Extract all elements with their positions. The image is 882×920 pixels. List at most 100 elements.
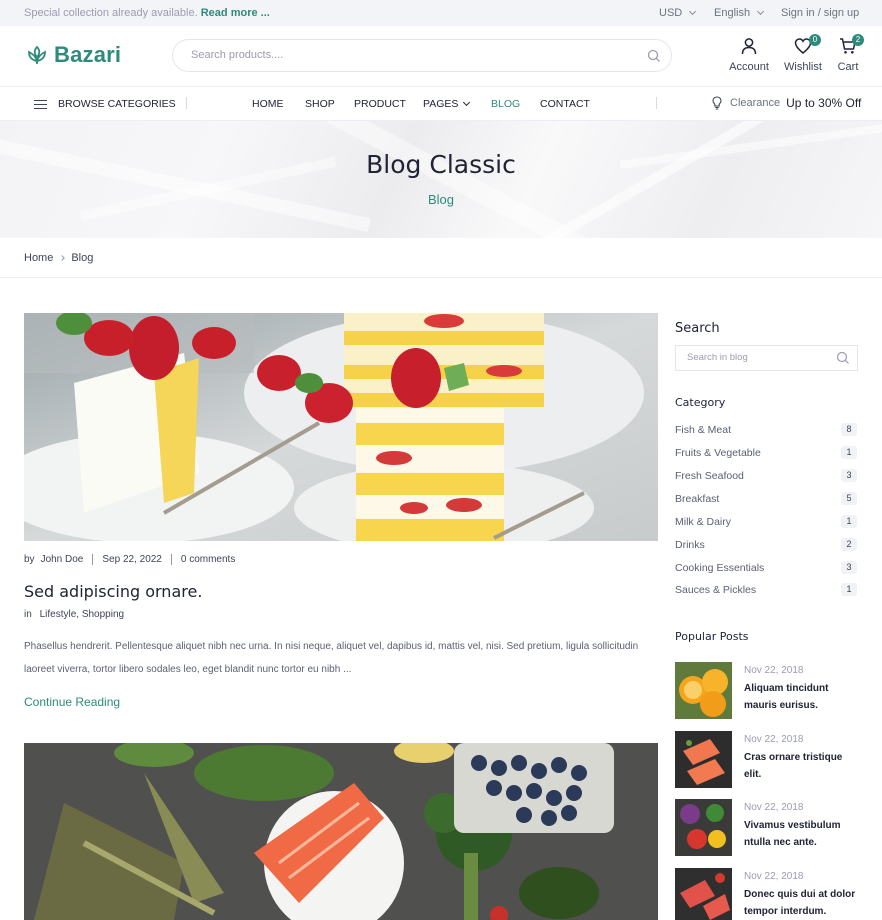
wishlist-button[interactable]: 0 Wishlist — [783, 34, 823, 73]
account-button[interactable]: Account — [729, 37, 769, 73]
blog-search[interactable] — [675, 345, 858, 371]
logo[interactable]: Bazari — [26, 42, 121, 68]
product-search[interactable] — [172, 39, 672, 72]
menu-icon — [34, 97, 47, 112]
currency-selector[interactable]: USD — [659, 7, 697, 19]
chevron-down-icon — [757, 7, 765, 16]
popular-post-thumbnail[interactable] — [675, 799, 732, 856]
post-author[interactable]: John Doe — [41, 554, 84, 565]
popular-post-title[interactable]: Aliquam tincidunt mauris eurisus. — [744, 680, 862, 714]
breadcrumb: Home Blog — [24, 252, 93, 264]
popular-post-title[interactable]: Cras ornare tristique elit. — [744, 749, 862, 783]
nav-divider — [0, 86, 882, 87]
clearance-label: Clearance — [730, 97, 781, 109]
meta-separator — [170, 554, 172, 565]
promo-message: Special collection already available. Re… — [24, 7, 270, 19]
popular-post-thumbnail[interactable] — [675, 731, 732, 788]
popular-post[interactable]: Nov 22, 2018 Vivamus vestibulum ntulla n… — [675, 799, 865, 857]
category-count: 5 — [841, 492, 857, 505]
category-item[interactable]: Fruits & Vegetable 1 — [675, 446, 857, 459]
continue-reading-link[interactable]: Continue Reading — [24, 695, 120, 709]
breadcrumb-home[interactable]: Home — [24, 252, 53, 264]
post-category[interactable]: Lifestyle, — [40, 609, 79, 620]
category-item[interactable]: Cooking Essentials 3 — [675, 561, 857, 574]
search-icon[interactable] — [647, 49, 661, 63]
nav-pages-label: PAGES — [423, 98, 459, 110]
logo-text: Bazari — [54, 42, 122, 67]
category-name: Sauces & Pickles — [675, 583, 757, 596]
clearance-offer: Up to 30% Off — [786, 96, 862, 110]
category-item[interactable]: Breakfast 5 — [675, 492, 857, 505]
category-item[interactable]: Drinks 2 — [675, 538, 857, 551]
sidebar-popular-title: Popular Posts — [675, 630, 749, 643]
chevron-down-icon — [689, 7, 697, 16]
cart-button[interactable]: 2 Cart — [834, 34, 864, 73]
currency-label: USD — [659, 7, 683, 19]
blog-search-input[interactable] — [687, 352, 827, 363]
popular-post-date: Nov 22, 2018 — [744, 871, 804, 882]
user-icon — [741, 38, 757, 55]
category-name: Fish & Meat — [675, 423, 732, 436]
post-featured-image[interactable] — [24, 743, 658, 920]
popular-post-title[interactable]: Vivamus vestibulum ntulla nec ante. — [744, 817, 862, 851]
sign-in-link[interactable]: Sign in / sign up — [781, 7, 859, 19]
clearance-promo[interactable]: Clearance Up to 30% Off — [712, 96, 861, 110]
popular-post-thumbnail[interactable] — [675, 662, 732, 719]
popular-post-date: Nov 22, 2018 — [744, 802, 804, 813]
breadcrumb-current: Blog — [71, 252, 94, 264]
nav-home[interactable]: HOME — [252, 98, 284, 110]
cart-label: Cart — [837, 61, 859, 73]
category-name: Drinks — [675, 538, 705, 551]
post-comments[interactable]: 0 comments — [181, 554, 235, 565]
post-excerpt: Phasellus hendrerit. Pellentesque alique… — [24, 641, 639, 675]
post-title[interactable]: Sed adipiscing ornare. — [24, 582, 202, 601]
promo-text: Special collection already available. — [24, 7, 198, 19]
category-item[interactable]: Fresh Seafood 3 — [675, 469, 857, 482]
browse-categories-label: BROWSE CATEGORIES — [58, 98, 176, 111]
author-prefix: by — [24, 554, 35, 565]
post-categories: in Lifestyle, Shopping — [24, 609, 124, 620]
nav-shop[interactable]: SHOP — [305, 98, 335, 110]
read-more-link[interactable]: Read more ... — [201, 7, 270, 19]
post-category[interactable]: Shopping — [82, 609, 124, 620]
popular-post[interactable]: Nov 22, 2018 Donec quis dui at dolor tem… — [675, 868, 865, 920]
wishlist-label: Wishlist — [784, 61, 822, 73]
popular-post-thumbnail[interactable] — [675, 868, 732, 920]
category-count: 8 — [841, 423, 857, 436]
page-title: Blog Classic — [366, 150, 516, 179]
nav-pages[interactable]: PAGES — [423, 98, 471, 110]
top-bar: Special collection already available. Re… — [0, 0, 882, 26]
categories-prefix: in — [24, 609, 32, 620]
category-item[interactable]: Fish & Meat 8 — [675, 423, 857, 436]
popular-post-date: Nov 22, 2018 — [744, 734, 804, 745]
search-icon[interactable] — [836, 351, 850, 365]
category-item[interactable]: Milk & Dairy 1 — [675, 515, 857, 528]
sidebar-category-title: Category — [675, 396, 726, 409]
language-selector[interactable]: English — [714, 7, 765, 19]
nav-separator — [656, 97, 657, 109]
nav-separator — [186, 97, 187, 109]
post-date: Sep 22, 2022 — [102, 554, 162, 565]
breadcrumb-divider — [0, 277, 882, 278]
language-label: English — [714, 7, 751, 19]
post-featured-image[interactable] — [24, 313, 658, 541]
category-name: Milk & Dairy — [675, 515, 732, 528]
sidebar-search-title: Search — [675, 321, 720, 336]
category-item[interactable]: Sauces & Pickles 1 — [675, 583, 857, 596]
category-count: 3 — [841, 469, 857, 482]
search-input[interactable] — [191, 49, 631, 61]
popular-post[interactable]: Nov 22, 2018 Cras ornare tristique elit. — [675, 731, 865, 789]
nav-product[interactable]: PRODUCT — [354, 98, 406, 110]
cart-count-badge: 2 — [852, 34, 864, 46]
category-count: 1 — [841, 446, 857, 459]
nav-contact[interactable]: CONTACT — [540, 98, 590, 110]
popular-post[interactable]: Nov 22, 2018 Aliquam tincidunt mauris eu… — [675, 662, 865, 720]
browse-categories-button[interactable]: BROWSE CATEGORIES — [34, 97, 176, 112]
page-subtitle: Blog — [427, 192, 455, 207]
chevron-right-icon — [59, 255, 66, 261]
nav-blog[interactable]: BLOG — [491, 98, 520, 110]
account-label: Account — [729, 61, 769, 73]
popular-post-date: Nov 22, 2018 — [744, 665, 804, 676]
popular-post-title[interactable]: Donec quis dui at dolor tempor interdum. — [744, 886, 862, 920]
meta-separator — [92, 554, 94, 565]
